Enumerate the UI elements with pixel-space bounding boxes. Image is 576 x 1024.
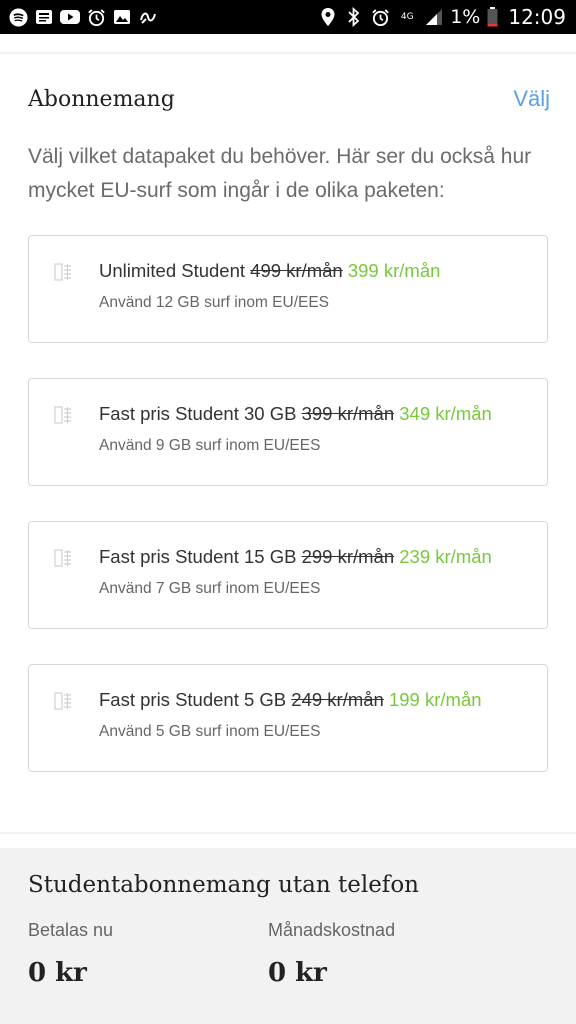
network-4g-icon: 4G	[400, 12, 414, 22]
intro-text: Välj vilket datapaket du behöver. Här se…	[28, 145, 532, 202]
bottom-divider	[0, 832, 576, 834]
plan-detail: Använd 12 GB surf inom EU/EES	[99, 294, 330, 311]
plan-name: Unlimited Student	[99, 260, 246, 281]
plan-old-price: 399 kr/mån	[301, 403, 395, 424]
plan-title: Fast pris Student 15 GB 299 kr/mån 239 k…	[99, 546, 492, 568]
alarm-icon	[86, 7, 106, 27]
section-title: Abonnemang	[28, 86, 175, 112]
youtube-icon	[60, 7, 80, 27]
clock: 12:09	[508, 5, 566, 29]
pay-now-label: Betalas nu	[28, 920, 114, 940]
alarm-icon	[370, 7, 390, 27]
plan-name: Fast pris Student 5 GB	[99, 689, 287, 710]
plan-name: Fast pris Student 15 GB	[99, 546, 297, 567]
signal-icon	[424, 7, 444, 27]
image-icon	[112, 7, 132, 27]
plan-new-price: 239 kr/mån	[399, 546, 492, 567]
choose-button[interactable]: Välj	[513, 86, 550, 112]
plan-old-price: 249 kr/mån	[291, 689, 384, 710]
plan-card[interactable]: Unlimited Student 499 kr/mån 399 kr/mån …	[28, 235, 548, 343]
top-divider	[0, 52, 576, 54]
sim-card-icon	[53, 691, 75, 713]
status-bar: 4G 1% 12:09	[0, 0, 576, 34]
plan-title: Fast pris Student 30 GB 399 kr/mån 349 k…	[99, 403, 492, 425]
pay-now-value: 0 kr	[28, 958, 87, 988]
section-header: Abonnemang Välj	[28, 82, 550, 116]
plan-new-price: 399 kr/mån	[347, 260, 441, 281]
plan-detail: Använd 5 GB surf inom EU/EES	[99, 723, 321, 740]
plan-card[interactable]: Fast pris Student 5 GB 249 kr/mån 199 kr…	[28, 664, 548, 772]
plan-detail: Använd 9 GB surf inom EU/EES	[99, 437, 321, 454]
plan-card[interactable]: Fast pris Student 15 GB 299 kr/mån 239 k…	[28, 521, 548, 629]
plan-name: Fast pris Student 30 GB	[99, 403, 297, 424]
plan-new-price: 349 kr/mån	[399, 403, 492, 424]
system-icons: 4G 1% 12:09	[318, 5, 566, 29]
plan-old-price: 299 kr/mån	[301, 546, 395, 567]
bluetooth-icon	[344, 7, 364, 27]
plan-new-price: 199 kr/mån	[388, 689, 482, 710]
fitness-icon	[138, 7, 158, 27]
plan-title: Fast pris Student 5 GB 249 kr/mån 199 kr…	[99, 689, 482, 711]
sim-card-icon	[53, 548, 75, 570]
location-icon	[318, 7, 338, 27]
news-icon	[34, 7, 54, 27]
monthly-cost-label: Månadskostnad	[268, 920, 396, 940]
battery-icon	[486, 7, 498, 27]
notification-icons	[8, 7, 158, 27]
plan-old-price: 499 kr/mån	[250, 260, 343, 281]
summary-panel: Studentabonnemang utan telefon Betalas n…	[0, 848, 576, 1024]
sim-card-icon	[53, 405, 75, 427]
plan-detail: Använd 7 GB surf inom EU/EES	[99, 580, 321, 597]
sim-card-icon	[53, 262, 75, 284]
monthly-cost-value: 0 kr	[268, 958, 327, 988]
summary-title: Studentabonnemang utan telefon	[28, 872, 419, 898]
spotify-icon	[8, 7, 28, 27]
plan-title: Unlimited Student 499 kr/mån 399 kr/mån	[99, 260, 440, 282]
battery-percent: 1%	[450, 6, 481, 28]
plan-card[interactable]: Fast pris Student 30 GB 399 kr/mån 349 k…	[28, 378, 548, 486]
